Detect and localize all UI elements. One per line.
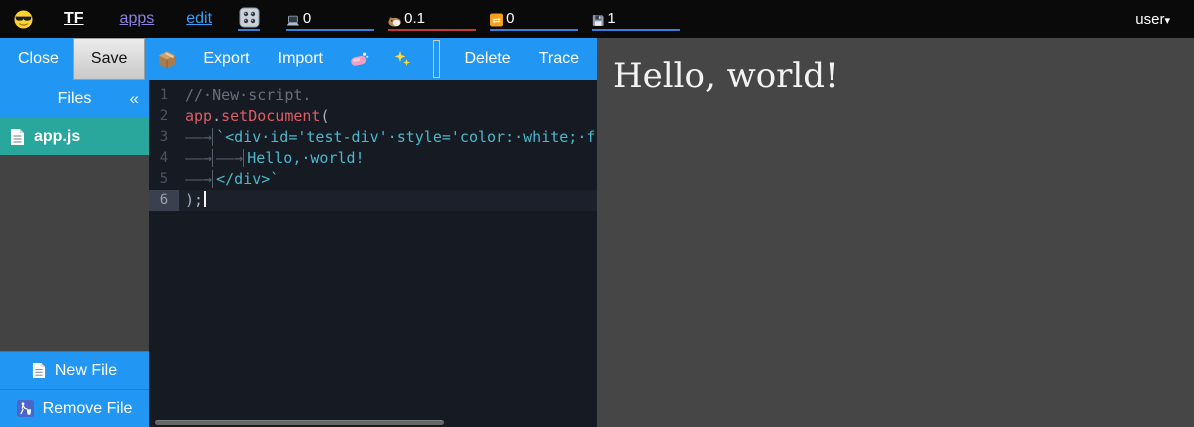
- hamster-count-input[interactable]: [404, 10, 476, 28]
- nav-edit-link[interactable]: edit: [186, 10, 212, 28]
- line-number: 4: [149, 148, 179, 169]
- export-button[interactable]: Export: [189, 38, 263, 80]
- file-name: app.js: [34, 128, 80, 146]
- save-button[interactable]: Save: [73, 38, 145, 80]
- code-token: ——→: [185, 170, 213, 188]
- dice-underline: [238, 29, 260, 31]
- code-line[interactable]: 6);: [149, 190, 597, 211]
- empty-box-button[interactable]: [433, 40, 440, 78]
- laptop-counter-field: [286, 7, 374, 31]
- code-token: .: [212, 107, 221, 125]
- trace-button[interactable]: Trace: [525, 38, 593, 80]
- code-token: </div>`: [216, 170, 279, 188]
- code-token: ——→: [216, 149, 244, 167]
- app-window: TF apps edit user▾: [0, 0, 1194, 427]
- file-item-appjs[interactable]: app.js: [0, 118, 149, 155]
- preview-heading: Hello, world!: [613, 56, 1178, 96]
- editor-app-panel: Close Save Export Import Delete Trace: [0, 38, 597, 427]
- code-token: `<div·id='test-div'·style='color:·white;…: [216, 128, 595, 146]
- code-line[interactable]: 4——→——→Hello,·world!: [149, 148, 597, 169]
- top-bar: TF apps edit user▾: [0, 0, 1194, 38]
- code-line-content: //·New·script.: [185, 85, 597, 106]
- dice-icon: [239, 7, 260, 28]
- new-file-label: New File: [55, 362, 117, 380]
- files-panel-header: Files «: [0, 80, 149, 118]
- code-token: ——→: [185, 149, 213, 167]
- code-line[interactable]: 5 ——→</div>`: [149, 169, 597, 190]
- dice-button[interactable]: [238, 7, 260, 31]
- sparkles-icon: [393, 50, 411, 68]
- code-line-content: ——→`<div·id='test-div'·style='color:·whi…: [185, 127, 597, 148]
- code-line[interactable]: 2 app.setDocument(: [149, 106, 597, 127]
- code-token: ——→: [185, 128, 213, 146]
- new-file-button[interactable]: New File: [0, 351, 149, 389]
- collapse-sidebar-button[interactable]: «: [130, 80, 139, 118]
- code-line[interactable]: 3 ——→`<div·id='test-div'·style='color:·wh…: [149, 127, 597, 148]
- repeat-count-input[interactable]: [506, 10, 578, 28]
- text-cursor: [204, 191, 206, 207]
- floppy-count-input[interactable]: [607, 10, 680, 28]
- user-menu-label: user: [1135, 11, 1164, 28]
- import-button[interactable]: Import: [264, 38, 337, 80]
- code-token: );: [185, 191, 203, 209]
- preview-pane: Hello, world!: [597, 38, 1194, 427]
- floppy-counter-field: [592, 7, 680, 31]
- soap-icon: [349, 51, 369, 68]
- editor-toolbar: Close Save Export Import Delete Trace: [0, 38, 597, 80]
- line-number: 6: [149, 190, 179, 211]
- code-lines: 1//·New·script.2app.setDocument(3——→`<di…: [149, 85, 597, 211]
- nav-apps-link[interactable]: apps: [120, 10, 155, 28]
- code-token: Hello,·world!: [247, 149, 364, 167]
- close-button[interactable]: Close: [4, 38, 73, 80]
- package-button[interactable]: [145, 38, 189, 80]
- code-line-content: ——→——→Hello,·world!: [185, 148, 597, 169]
- caret-down-icon: ▾: [1164, 15, 1170, 27]
- files-sidebar: Files « app.js New File Remove File: [0, 80, 149, 427]
- code-line-content: );: [185, 190, 597, 211]
- hamster-icon: [388, 15, 401, 28]
- line-number: 3: [149, 127, 179, 148]
- code-token: setDocument: [221, 107, 320, 125]
- code-token: (: [320, 107, 329, 125]
- floppy-icon: [592, 13, 604, 28]
- code-line-content: ——→</div>`: [185, 169, 597, 190]
- line-number: 1: [149, 85, 179, 106]
- delete-button[interactable]: Delete: [450, 38, 524, 80]
- brand-link[interactable]: TF: [64, 10, 84, 28]
- hamster-counter-field: [388, 7, 476, 31]
- code-token: app: [185, 107, 212, 125]
- code-editor[interactable]: 1//·New·script.2app.setDocument(3——→`<di…: [149, 80, 597, 427]
- code-line[interactable]: 1 //·New·script.: [149, 85, 597, 106]
- remove-file-icon: [17, 400, 34, 417]
- user-menu-button[interactable]: user▾: [1135, 11, 1180, 28]
- file-icon: [10, 128, 25, 146]
- laptop-icon: [286, 14, 300, 28]
- sparkles-button[interactable]: [381, 38, 423, 80]
- horizontal-scrollbar[interactable]: [155, 420, 444, 425]
- laptop-count-input[interactable]: [303, 10, 374, 28]
- new-file-icon: [32, 362, 46, 379]
- repeat-icon: [490, 12, 503, 28]
- package-icon: [157, 50, 177, 69]
- line-number: 5: [149, 169, 179, 190]
- sidebar-spacer: [0, 155, 149, 351]
- repeat-counter-field: [490, 7, 578, 31]
- files-panel-title: Files: [58, 90, 92, 108]
- remove-file-button[interactable]: Remove File: [0, 389, 149, 427]
- code-token: //·New·script.: [185, 86, 311, 104]
- line-number: 2: [149, 106, 179, 127]
- soap-button[interactable]: [337, 38, 381, 80]
- sunglasses-emoji-icon[interactable]: [14, 10, 33, 29]
- code-line-content: app.setDocument(: [185, 106, 597, 127]
- remove-file-label: Remove File: [43, 400, 133, 418]
